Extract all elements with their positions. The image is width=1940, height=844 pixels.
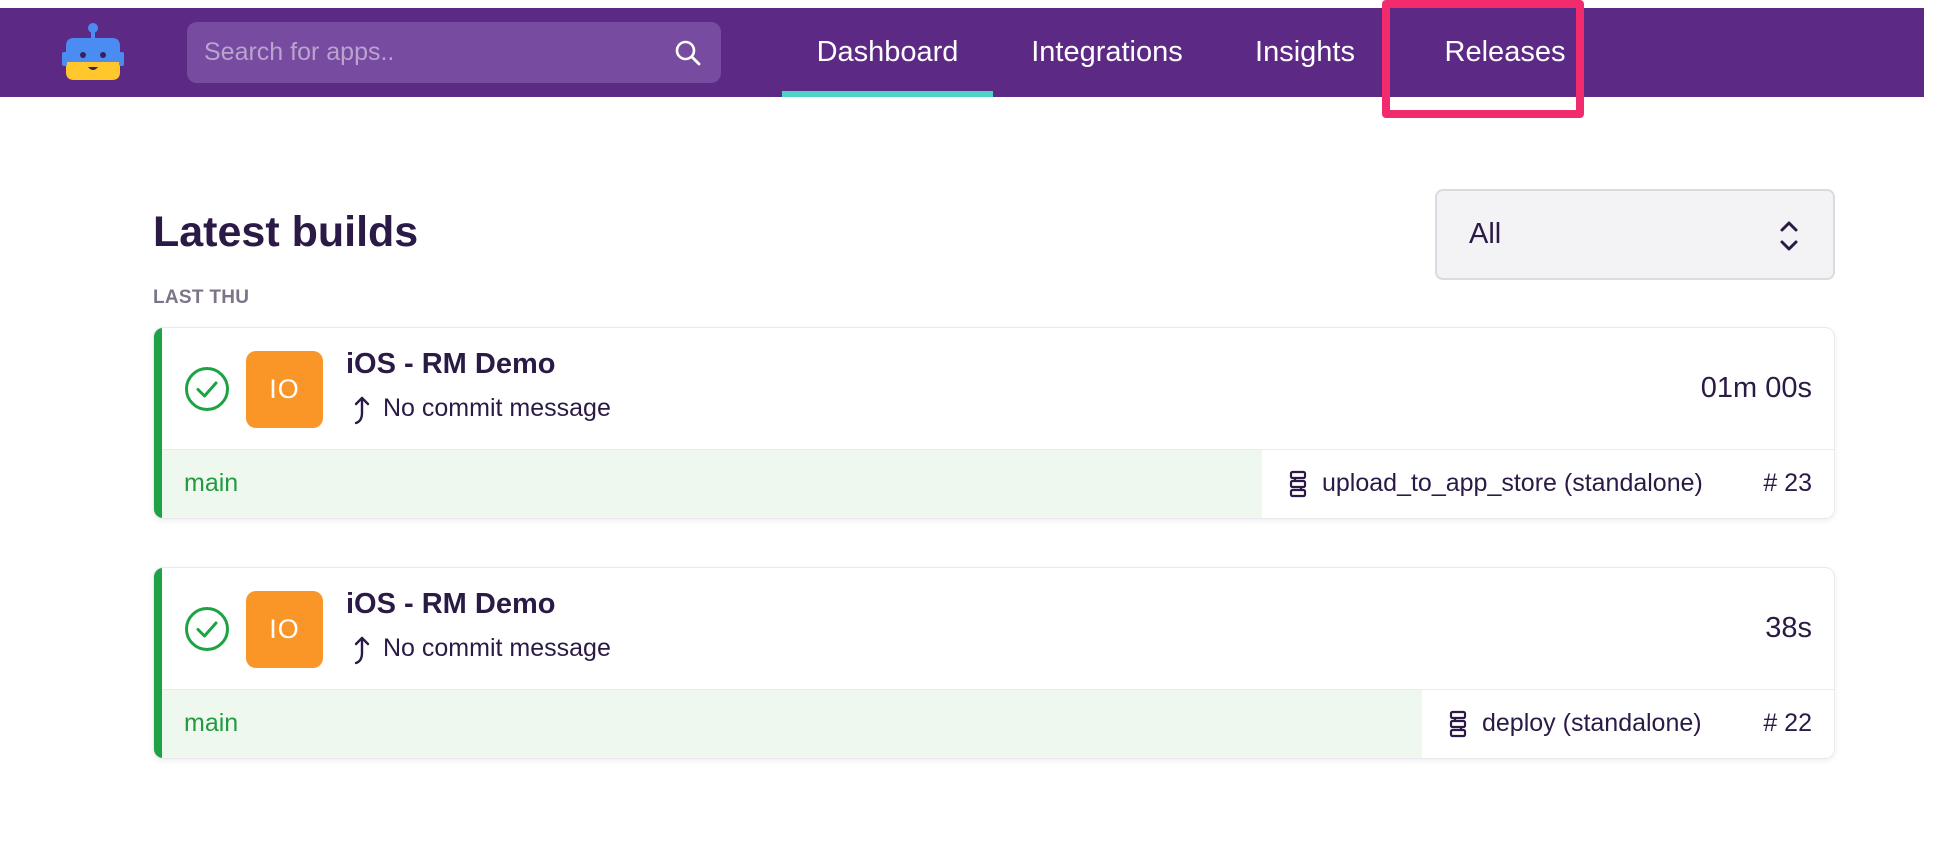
workflow-info: deploy (standalone) # 22	[1422, 690, 1834, 758]
status-accent-bar	[154, 328, 162, 518]
tab-dashboard[interactable]: Dashboard	[782, 8, 993, 97]
build-card[interactable]: IO iOS - RM Demo No commit message 01m 0…	[153, 327, 1835, 519]
build-card-footer: main upload_to_app_store (standalone) # …	[162, 449, 1834, 518]
workflow-icon	[1289, 470, 1307, 498]
commit-arrow-icon	[354, 396, 370, 425]
bitrise-logo-icon[interactable]	[58, 22, 128, 88]
workflow-name: upload_to_app_store (standalone)	[1322, 469, 1703, 497]
branch-name[interactable]: main	[184, 450, 238, 517]
filter-selected-value: All	[1469, 218, 1502, 250]
branch-name[interactable]: main	[184, 690, 238, 757]
releases-tab-highlight	[1382, 0, 1584, 118]
app-name[interactable]: iOS - RM Demo	[346, 348, 555, 381]
workflow-info: upload_to_app_store (standalone) # 23	[1262, 450, 1834, 518]
workflow-name: deploy (standalone)	[1482, 709, 1702, 737]
status-accent-bar	[154, 568, 162, 758]
app-avatar: IO	[246, 351, 323, 428]
check-circle-icon	[185, 367, 229, 411]
build-filter-select[interactable]: All	[1435, 189, 1835, 280]
build-duration: 01m 00s	[1700, 372, 1812, 404]
page-title: Latest builds	[153, 208, 419, 256]
tab-insights[interactable]: Insights	[1240, 8, 1370, 97]
app-avatar: IO	[246, 591, 323, 668]
build-number: # 22	[1763, 709, 1812, 737]
chevron-updown-icon	[1780, 221, 1798, 251]
app-name[interactable]: iOS - RM Demo	[346, 588, 555, 621]
top-navigation-bar: Dashboard Integrations Insights Releases	[0, 8, 1924, 97]
check-circle-icon	[185, 607, 229, 651]
build-group-label: LAST THU	[153, 287, 250, 308]
build-duration: 38s	[1765, 612, 1812, 644]
search-input[interactable]	[204, 22, 644, 83]
commit-message: No commit message	[383, 634, 611, 662]
build-card[interactable]: IO iOS - RM Demo No commit message 38s m…	[153, 567, 1835, 759]
commit-message: No commit message	[383, 394, 611, 422]
build-card-footer: main deploy (standalone) # 22	[162, 689, 1834, 758]
workflow-icon	[1449, 710, 1467, 738]
build-number: # 23	[1763, 469, 1812, 497]
search-icon[interactable]	[673, 38, 703, 68]
commit-arrow-icon	[354, 636, 370, 665]
app-search-box[interactable]	[187, 22, 721, 83]
tab-integrations[interactable]: Integrations	[1014, 8, 1200, 97]
